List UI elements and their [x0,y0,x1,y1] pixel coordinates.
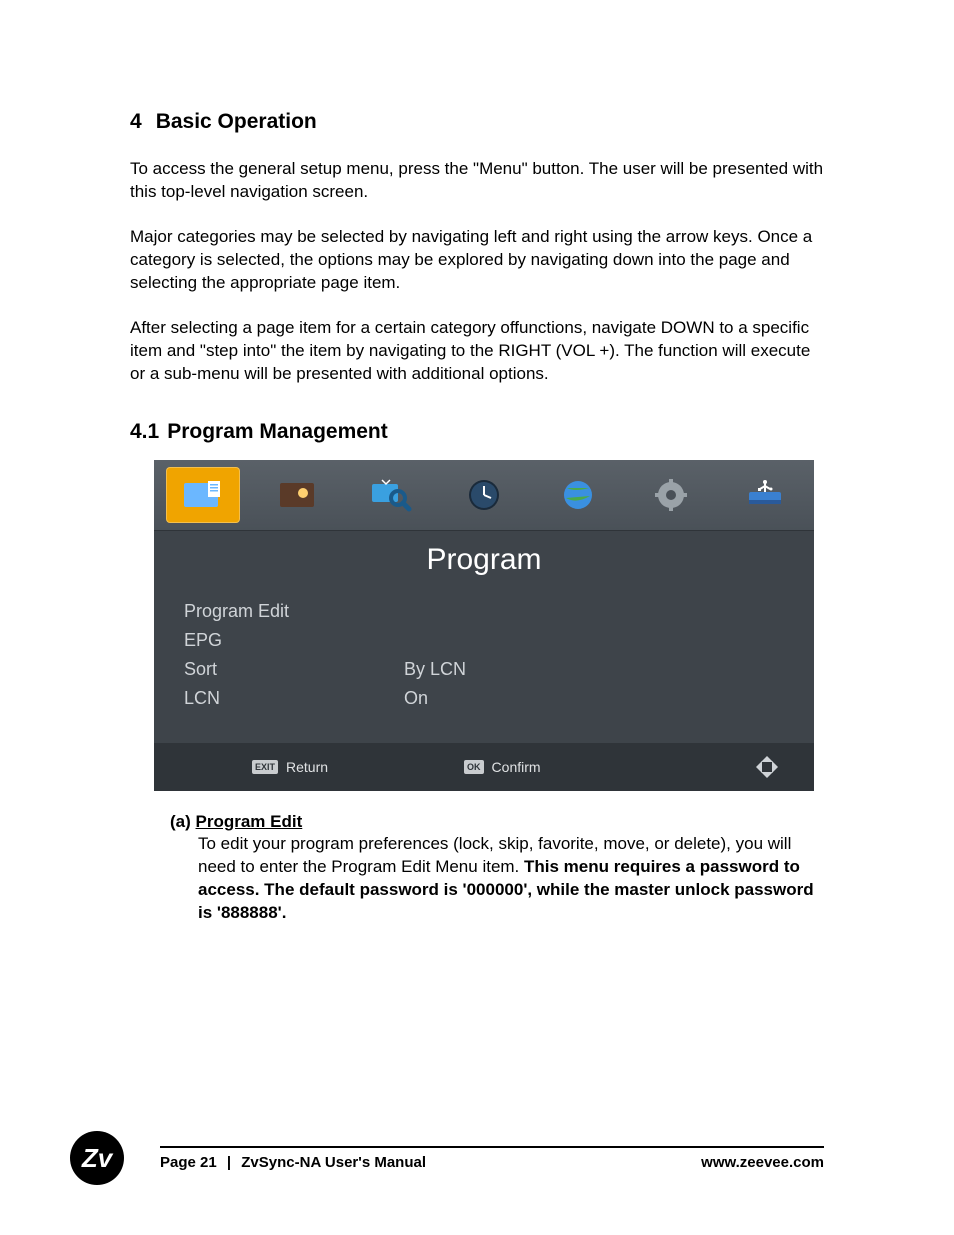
usb-icon [743,478,787,512]
row-label: EPG [184,630,404,651]
manual-title: ZvSync-NA User's Manual [241,1154,426,1171]
footer-url: www.zeevee.com [701,1154,824,1171]
ok-badge: OK [464,760,484,774]
subitem-title: Program Edit [196,812,303,831]
page-footer: Zv Page 21 | ZvSync-NA User's Manual www… [0,1131,954,1185]
exit-label: Return [286,759,328,775]
tab-usb[interactable] [728,467,802,523]
screen-footer: EXIT Return OK Confirm [154,743,814,791]
tab-picture[interactable] [260,467,334,523]
picture-icon [277,479,317,511]
ok-label: Confirm [492,759,541,775]
subitem-marker: (a) [170,812,191,831]
page-number: Page 21 [160,1154,217,1171]
footer-line: Page 21 | ZvSync-NA User's Manual www.ze… [160,1146,824,1171]
section-heading: 4 Basic Operation [130,110,824,134]
menu-row-sort[interactable]: Sort By LCN [184,655,784,684]
subsection-title: Program Management [167,420,388,443]
clock-icon [467,478,501,512]
tab-network[interactable] [541,467,615,523]
device-screenshot: Program Program Edit EPG Sort By LCN LCN… [154,460,814,791]
footer-separator: | [227,1154,231,1171]
tab-program[interactable] [166,467,240,523]
program-icon [182,479,224,511]
menu-row-epg[interactable]: EPG [184,626,784,655]
paragraph-3: After selecting a page item for a certai… [130,317,824,386]
manual-page: 4 Basic Operation To access the general s… [0,0,954,1235]
section-title: Basic Operation [156,110,317,133]
section-number: 4 [130,110,142,133]
category-tabs [154,460,814,530]
paragraph-2: Major categories may be selected by navi… [130,226,824,295]
screen-title: Program [154,530,814,595]
zv-logo-icon: Zv [70,1131,124,1185]
row-label: Sort [184,659,404,680]
tab-search[interactable] [353,467,427,523]
row-label: LCN [184,688,404,709]
row-label: Program Edit [184,601,404,622]
nav-arrows-icon [750,750,784,784]
gear-icon [654,478,688,512]
search-icon [368,478,412,512]
row-value: By LCN [404,659,466,680]
menu-body: Program Edit EPG Sort By LCN LCN On [154,595,814,743]
exit-badge: EXIT [252,760,278,774]
subsection-heading: 4.1 Program Management [130,420,824,444]
menu-row-lcn[interactable]: LCN On [184,684,784,713]
subsection-number: 4.1 [130,420,159,443]
tab-time[interactable] [447,467,521,523]
globe-icon [561,478,595,512]
tab-settings[interactable] [635,467,709,523]
paragraph-1: To access the general setup menu, press … [130,158,824,204]
menu-row-program-edit[interactable]: Program Edit [184,597,784,626]
row-value: On [404,688,428,709]
subitem-a: (a) Program Edit To edit your program pr… [170,811,824,926]
